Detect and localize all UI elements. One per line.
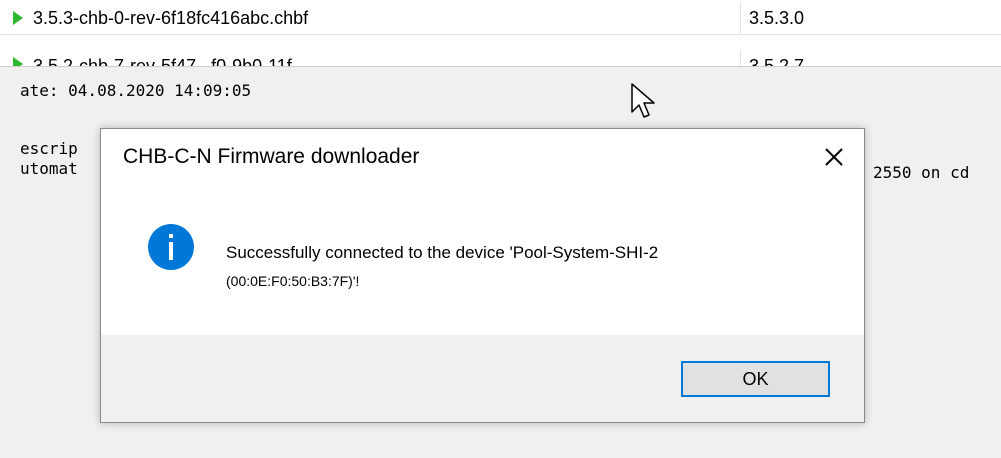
dialog-title: CHB-C-N Firmware downloader — [123, 145, 420, 168]
info-icon — [148, 224, 194, 270]
firmware-list: 3.5.3-chb-0-rev-6f18fc416abc.chbf 3.5.3.… — [0, 0, 1001, 66]
log-date-line: ate: 04.08.2020 14:09:05 — [20, 81, 252, 100]
firmware-version: 3.5.2.7 — [749, 56, 805, 66]
firmware-name: 3.5.2-chb-7-rev-5f47...f0-9b0-11f — [33, 50, 741, 66]
log-description-line: escrip — [20, 139, 78, 158]
firmware-version: 3.5.3.0 — [749, 8, 805, 28]
firmware-name: 3.5.3-chb-0-rev-6f18fc416abc.chbf — [33, 2, 741, 34]
log-automation-line: utomat — [20, 159, 78, 178]
ok-button[interactable]: OK — [681, 361, 830, 397]
status-ok-icon — [13, 11, 23, 25]
dialog-footer: OK — [101, 335, 864, 422]
mouse-cursor-icon — [631, 83, 655, 118]
status-ok-icon — [13, 57, 23, 66]
message-dialog: CHB-C-N Firmware downloader Successfully… — [100, 128, 865, 423]
table-row[interactable]: 3.5.2-chb-7-rev-5f47...f0-9b0-11f 3.5.2.… — [0, 36, 1001, 66]
close-icon[interactable] — [820, 143, 848, 171]
dialog-message: Successfully connected to the device 'Po… — [226, 243, 659, 262]
table-row[interactable]: 3.5.3-chb-0-rev-6f18fc416abc.chbf 3.5.3.… — [0, 2, 1001, 35]
log-right-fragment: 2550 on cd — [873, 163, 970, 182]
dialog-message-mac: (00:0E:F0:50:B3:7F)'! — [226, 273, 360, 289]
